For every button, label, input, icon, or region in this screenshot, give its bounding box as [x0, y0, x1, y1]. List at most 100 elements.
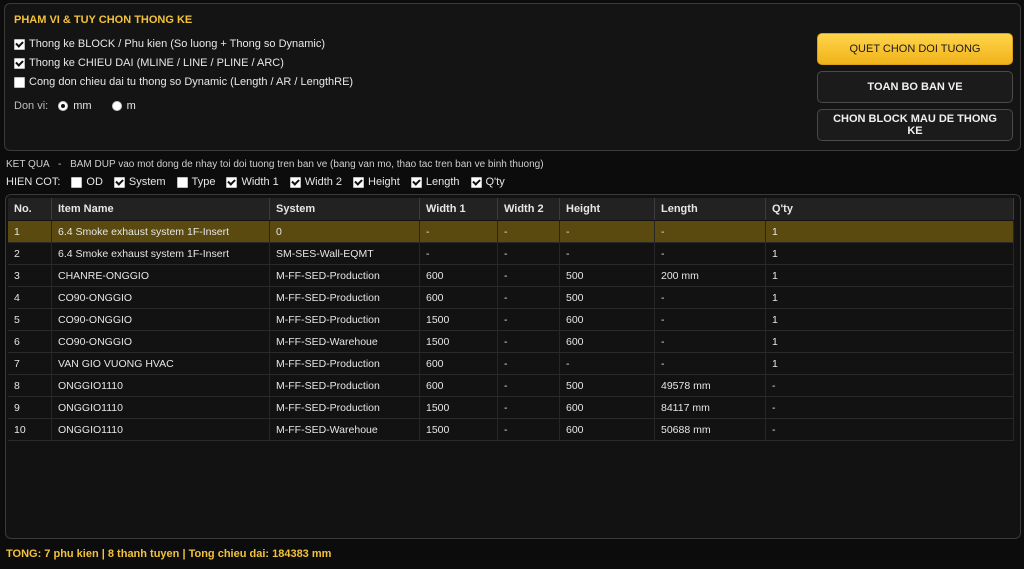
checkbox-sum-dynamic[interactable] — [14, 76, 25, 88]
show-columns-label: HIEN COT: — [6, 176, 61, 188]
checkbox-col-width1[interactable] — [226, 176, 238, 188]
cell-no: 7 — [8, 353, 52, 374]
checkbox-col-width2[interactable] — [289, 176, 301, 188]
option-count-lengths[interactable]: Thong ke CHIEU DAI (MLINE / LINE / PLINE… — [14, 57, 284, 69]
cell-qty: - — [766, 375, 1014, 396]
checkbox-col-system[interactable] — [113, 176, 125, 188]
table-row[interactable]: 10 ONGGIO1110 M-FF-SED-Warehoue 1500-600 506… — [8, 419, 1014, 441]
cell-item-name: ONGGIO1110 — [52, 375, 270, 396]
table-row[interactable]: 7 VAN GIO VUONG HVAC M-FF-SED-Production 60… — [8, 353, 1014, 375]
cell-no: 2 — [8, 243, 52, 264]
col-toggle-od-label: OD — [86, 176, 103, 188]
checkbox-col-type[interactable] — [176, 176, 188, 188]
cell-width1: 600 — [420, 353, 498, 374]
checkbox-count-blocks[interactable] — [14, 38, 25, 50]
col-toggle-od[interactable]: OD — [71, 176, 103, 188]
option-count-blocks[interactable]: Thong ke BLOCK / Phu kien (So luong + Th… — [14, 38, 325, 50]
cell-system: SM-SES-Wall-EQMT — [270, 243, 420, 264]
cell-qty: 1 — [766, 287, 1014, 308]
cell-height: 500 — [560, 375, 655, 396]
col-header-system[interactable]: System — [270, 198, 420, 220]
col-toggle-height-label: Height — [368, 176, 400, 188]
col-toggle-type[interactable]: Type — [176, 176, 216, 188]
cell-qty: 1 — [766, 243, 1014, 264]
cell-height: - — [560, 243, 655, 264]
col-header-width2[interactable]: Width 2 — [498, 198, 560, 220]
column-visibility: HIEN COT: OD System Type Width 1 Width 2… — [6, 176, 505, 188]
col-header-height[interactable]: Height — [560, 198, 655, 220]
cell-height: 600 — [560, 309, 655, 330]
unit-label: Don vi: — [14, 100, 49, 112]
cell-width1: 600 — [420, 265, 498, 286]
col-header-item-name[interactable]: Item Name — [52, 198, 270, 220]
unit-selector: Don vi: mm m — [14, 100, 136, 112]
cell-qty: - — [766, 419, 1014, 440]
unit-mm-option[interactable]: mm — [58, 100, 92, 112]
cell-width1: 1500 — [420, 331, 498, 352]
cell-width2: - — [498, 221, 560, 242]
col-header-qty[interactable]: Q'ty — [766, 198, 1014, 220]
col-toggle-qty[interactable]: Q'ty — [470, 176, 505, 188]
select-objects-button[interactable]: QUET CHON DOI TUONG — [817, 33, 1013, 65]
table-row[interactable]: 2 6.4 Smoke exhaust system 1F-Insert SM-SE… — [8, 243, 1014, 265]
col-toggle-width1[interactable]: Width 1 — [226, 176, 279, 188]
option-count-lengths-label: Thong ke CHIEU DAI (MLINE / LINE / PLINE… — [29, 57, 284, 69]
cell-system: M-FF-SED-Warehoue — [270, 331, 420, 352]
cell-no: 6 — [8, 331, 52, 352]
cell-item-name: ONGGIO1110 — [52, 419, 270, 440]
checkbox-col-od[interactable] — [71, 176, 83, 188]
table-row[interactable]: 8 ONGGIO1110 M-FF-SED-Production 600 - 500 495… — [8, 375, 1014, 397]
cell-width1: 1500 — [420, 397, 498, 418]
cell-length: - — [655, 243, 766, 264]
col-toggle-qty-label: Q'ty — [485, 176, 505, 188]
table-row[interactable]: 9 ONGGIO1110 M-FF-SED-Production 1500-600 84… — [8, 397, 1014, 419]
cell-qty: 1 — [766, 265, 1014, 286]
radio-m[interactable] — [111, 101, 122, 111]
whole-drawing-button[interactable]: TOAN BO BAN VE — [817, 71, 1013, 103]
col-toggle-height[interactable]: Height — [353, 176, 400, 188]
table-row[interactable]: 1 6.4 Smoke exhaust system 1F-Insert 0- - - -… — [8, 221, 1014, 243]
col-toggle-system[interactable]: System — [113, 176, 166, 188]
choose-block-button[interactable]: CHON BLOCK MAU DE THONG KE — [817, 109, 1013, 141]
unit-m-option[interactable]: m — [111, 100, 136, 112]
checkbox-count-lengths[interactable] — [14, 57, 25, 69]
cell-no: 4 — [8, 287, 52, 308]
cell-width2: - — [498, 309, 560, 330]
cell-length: - — [655, 287, 766, 308]
col-header-length[interactable]: Length — [655, 198, 766, 220]
cell-system: M-FF-SED-Production — [270, 375, 420, 396]
cell-qty: 1 — [766, 309, 1014, 330]
checkbox-col-height[interactable] — [353, 176, 365, 188]
results-table[interactable]: No. Item Name System Width 1 Width 2 Hei… — [5, 194, 1021, 539]
cell-length: - — [655, 353, 766, 374]
col-toggle-width2[interactable]: Width 2 — [289, 176, 342, 188]
cell-length: 49578 mm — [655, 375, 766, 396]
cell-no: 8 — [8, 375, 52, 396]
cell-width1: - — [420, 221, 498, 242]
col-toggle-type-label: Type — [191, 176, 216, 188]
cell-qty: 1 — [766, 353, 1014, 374]
checkbox-col-length[interactable] — [410, 176, 422, 188]
table-row[interactable]: 3 CHANRE-ONGGIO M-FF-SED-Production 600-500… — [8, 265, 1014, 287]
unit-mm-label: mm — [73, 100, 92, 112]
cell-no: 10 — [8, 419, 52, 440]
cell-length: 200 mm — [655, 265, 766, 286]
cell-system: M-FF-SED-Production — [270, 265, 420, 286]
col-toggle-length[interactable]: Length — [410, 176, 460, 188]
cell-width2: - — [498, 397, 560, 418]
checkbox-col-qty[interactable] — [470, 176, 482, 188]
option-sum-dynamic[interactable]: Cong don chieu dai tu thong so Dynamic (… — [14, 76, 353, 88]
table-row[interactable]: 5 CO90-ONGGIO M-FF-SED-Production 1500-600-… — [8, 309, 1014, 331]
table-row[interactable]: 6 CO90-ONGGIO M-FF-SED-Warehoue 1500-600-1 — [8, 331, 1014, 353]
cell-width2: - — [498, 243, 560, 264]
cell-no: 3 — [8, 265, 52, 286]
cell-width1: 600 — [420, 375, 498, 396]
col-header-no[interactable]: No. — [8, 198, 52, 220]
col-header-width1[interactable]: Width 1 — [420, 198, 498, 220]
cell-length: - — [655, 221, 766, 242]
table-row[interactable]: 4 CO90-ONGGIO M-FF-SED-Production 600-500-1 — [8, 287, 1014, 309]
cell-item-name: CHANRE-ONGGIO — [52, 265, 270, 286]
cell-system: M-FF-SED-Warehoue — [270, 419, 420, 440]
radio-mm[interactable] — [58, 101, 69, 111]
option-count-blocks-label: Thong ke BLOCK / Phu kien (So luong + Th… — [29, 38, 326, 50]
